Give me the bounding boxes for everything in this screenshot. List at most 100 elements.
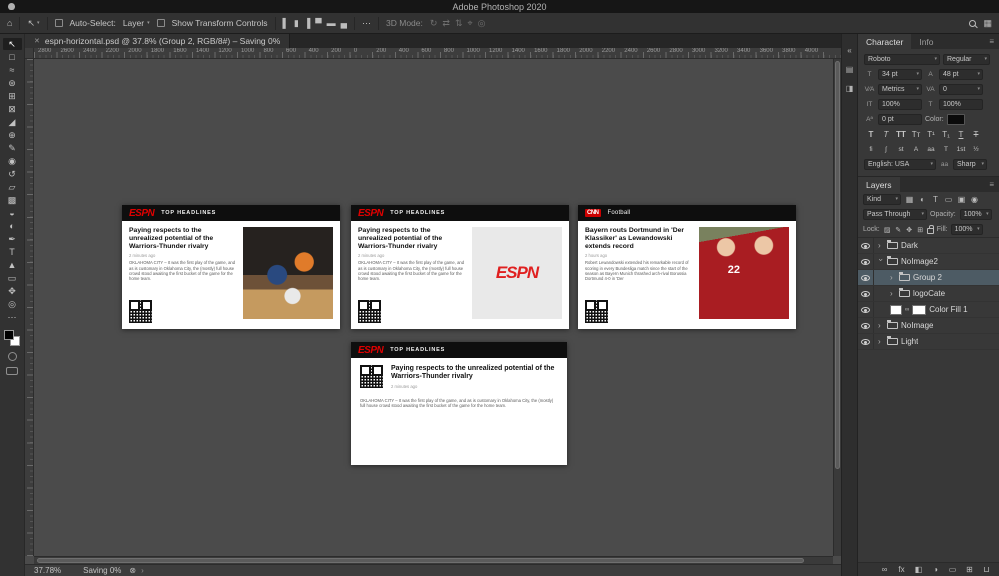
zoom-level-field[interactable]: 37.78% (34, 566, 61, 575)
panel-menu-icon[interactable]: ≡ (984, 177, 999, 192)
scrollbar-thumb[interactable] (37, 558, 805, 563)
layer-expand-icon[interactable]: › (877, 259, 886, 265)
align-right-edges-icon[interactable]: ▐ (304, 18, 310, 28)
new-layer-icon[interactable]: ⊞ (964, 565, 975, 574)
rectangular-marquee-tool[interactable]: □ (3, 51, 22, 63)
contextual-alternates-icon[interactable]: ʃ (879, 144, 893, 155)
layer-visibility-icon[interactable] (858, 286, 874, 301)
layer-visibility-icon[interactable] (858, 318, 874, 333)
layer-expand-icon[interactable]: › (878, 321, 884, 330)
add-adjustment-layer-icon[interactable]: ◑ (930, 565, 941, 574)
pen-tool[interactable]: ✒ (3, 233, 22, 245)
lock-position-icon[interactable]: ✥ (905, 226, 914, 234)
filter-shape-layers-icon[interactable]: ▭ (943, 195, 954, 204)
layer-effects-icon[interactable]: fx (896, 565, 907, 574)
subscript-icon[interactable]: T₁ (939, 129, 953, 140)
layer-row-logocate[interactable]: › logoCate (858, 286, 999, 302)
crop-tool[interactable]: ⊞ (3, 90, 22, 102)
path-selection-tool[interactable]: ▲ (3, 259, 22, 271)
add-layer-mask-icon[interactable]: ◧ (913, 565, 924, 574)
gradient-tool[interactable]: ▩ (3, 194, 22, 206)
more-align-options-icon[interactable]: ⋯ (362, 18, 371, 28)
workspace-icon[interactable]: ▦ (983, 18, 992, 28)
filter-smart-objects-icon[interactable]: ▣ (956, 195, 967, 204)
strikethrough-icon[interactable]: T (969, 129, 983, 140)
superscript-icon[interactable]: T¹ (924, 129, 938, 140)
panel-menu-icon[interactable]: ≡ (984, 34, 999, 49)
dodge-tool[interactable]: ◐ (3, 220, 22, 232)
layer-visibility-icon[interactable] (858, 270, 874, 285)
horizontal-scrollbar[interactable] (34, 556, 833, 564)
align-left-edges-icon[interactable]: ▌ (283, 18, 289, 28)
underline-icon[interactable]: T (954, 129, 968, 140)
swash-icon[interactable]: T (939, 144, 953, 155)
document-tab[interactable]: ✕ espn-horizontal.psd @ 37.8% (Group 2, … (25, 34, 291, 48)
layer-row-dark[interactable]: › Dark (858, 238, 999, 254)
filter-adjustment-layers-icon[interactable]: ◐ (917, 195, 928, 204)
layer-visibility-icon[interactable] (858, 238, 874, 253)
show-transform-checkbox[interactable] (156, 19, 165, 27)
vertical-scrollbar[interactable] (833, 59, 841, 556)
color-swatches[interactable] (4, 330, 20, 346)
kerning-select[interactable]: Metrics (878, 84, 922, 95)
lock-image-pixels-icon[interactable]: ✎ (894, 226, 903, 234)
delete-layer-icon[interactable]: ⊔ (981, 565, 992, 574)
lock-all-icon[interactable] (926, 225, 934, 234)
screen-mode-icon[interactable] (6, 367, 18, 375)
lock-artboard-icon[interactable]: ⊞ (916, 226, 925, 234)
layer-expand-icon[interactable]: › (878, 337, 884, 346)
quick-selection-tool[interactable]: ⊛ (3, 77, 22, 89)
align-horizontal-centers-icon[interactable]: ▮ (294, 18, 299, 28)
type-tool[interactable]: T (3, 246, 22, 258)
hand-tool[interactable]: ✥ (3, 285, 22, 297)
new-group-icon[interactable]: ▭ (947, 565, 958, 574)
mask-thumbnail[interactable] (912, 304, 927, 315)
layer-expand-icon[interactable]: › (890, 273, 896, 282)
layer-row-color-fill-1[interactable]: ∞ Color Fill 1 (858, 302, 999, 318)
clone-stamp-tool[interactable]: ◉ (3, 155, 22, 167)
align-top-edges-icon[interactable]: ▀ (315, 18, 321, 28)
ordinals-icon[interactable]: 1st (954, 144, 968, 155)
layer-visibility-icon[interactable] (858, 334, 874, 349)
expand-panels-icon[interactable]: « (847, 46, 851, 55)
tab-layers[interactable]: Layers (858, 177, 900, 192)
layer-visibility-icon[interactable] (858, 302, 874, 317)
faux-italic-icon[interactable]: T (879, 129, 893, 140)
faux-bold-icon[interactable]: T (864, 129, 878, 140)
eyedropper-tool[interactable]: ◢ (3, 116, 22, 128)
layer-row-group-2[interactable]: › Group 2 (858, 270, 999, 286)
align-bottom-edges-icon[interactable]: ▄ (341, 18, 347, 28)
foreground-color-swatch[interactable] (4, 330, 14, 340)
layer-visibility-icon[interactable] (858, 254, 874, 269)
fractions-icon[interactable]: ½ (969, 144, 983, 155)
tab-info[interactable]: Info (911, 34, 941, 49)
fill-field[interactable]: 100% (950, 224, 983, 235)
blend-mode-select[interactable]: Pass Through (863, 209, 927, 220)
eraser-tool[interactable]: ▱ (3, 181, 22, 193)
filter-pixel-layers-icon[interactable]: ▦ (904, 195, 915, 204)
ligatures-icon[interactable]: fi (864, 144, 878, 155)
layer-filtering-toggle-icon[interactable]: ◉ (969, 195, 980, 204)
filter-type-layers-icon[interactable]: T (930, 195, 941, 204)
language-select[interactable]: English: USA (864, 159, 936, 170)
3d-rotate-icon[interactable]: ↻ (430, 18, 438, 28)
move-tool-options-icon[interactable]: ↖ (27, 18, 35, 28)
auto-select-checkbox[interactable] (54, 19, 63, 27)
spot-healing-brush-tool[interactable]: ⊕ (3, 129, 22, 141)
brush-tool[interactable]: ✎ (3, 142, 22, 154)
properties-panel-icon[interactable]: ◨ (846, 84, 854, 93)
leading-select[interactable]: 48 pt (939, 69, 983, 80)
text-color-swatch[interactable] (946, 114, 965, 125)
3d-slide-icon[interactable]: ⌖ (468, 18, 473, 28)
canvas-area[interactable]: 2800 2600 2400 2200 2000 1800 1600 1400 1200 1000… (25, 48, 841, 576)
lock-transparent-pixels-icon[interactable]: ▨ (883, 226, 892, 234)
align-vertical-centers-icon[interactable]: ▬ (327, 18, 336, 28)
font-family-select[interactable]: Roboto (864, 54, 940, 65)
fill-thumbnail[interactable] (890, 304, 902, 315)
zoom-tool[interactable]: ◎ (3, 298, 22, 310)
quick-mask-icon[interactable] (7, 352, 17, 361)
anti-alias-select[interactable]: Sharp (953, 159, 987, 170)
font-size-select[interactable]: 34 pt (878, 69, 922, 80)
small-caps-icon[interactable]: Tᴛ (909, 129, 923, 140)
layer-expand-icon[interactable]: › (878, 241, 884, 250)
